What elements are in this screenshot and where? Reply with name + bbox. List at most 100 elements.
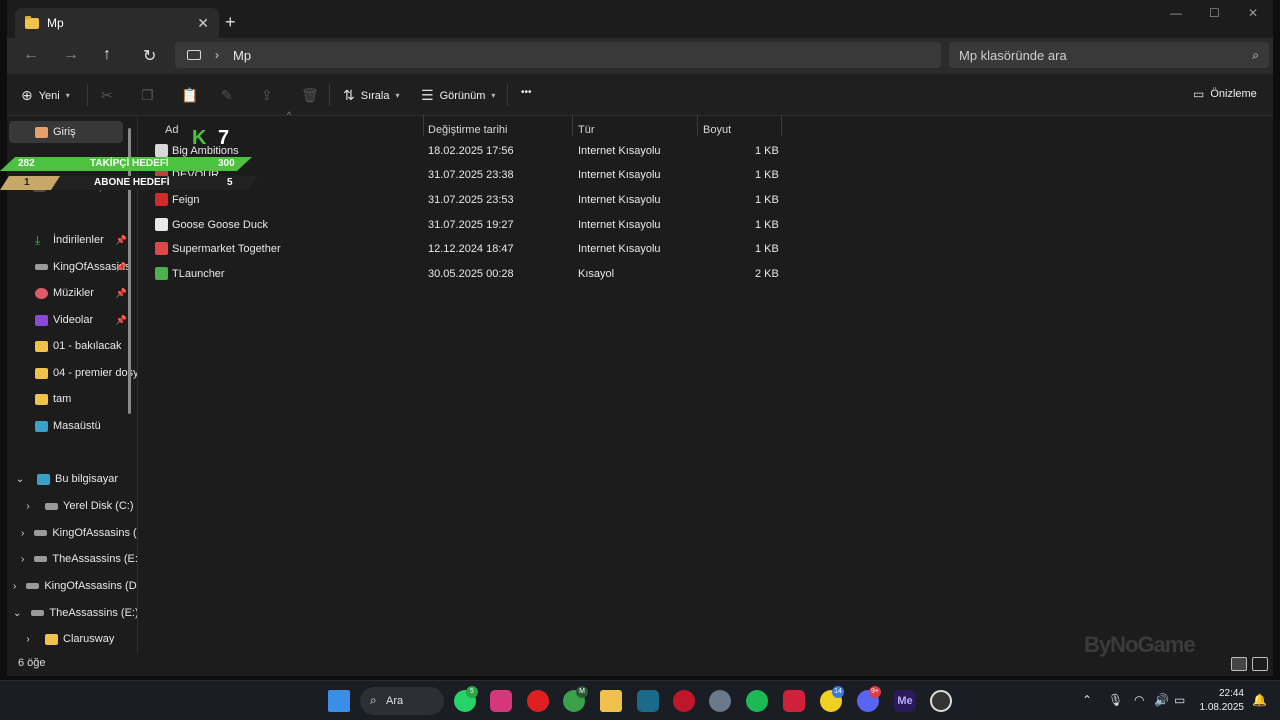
tray-chevron-up-icon[interactable]: ⌃ (1082, 693, 1092, 707)
chevron-right-icon[interactable]: › (21, 554, 24, 565)
close-window-button[interactable]: ✕ (1248, 6, 1258, 20)
up-arrow-icon[interactable]: ↑ (103, 46, 111, 64)
column-divider[interactable] (572, 114, 573, 136)
new-tab-button[interactable]: + (225, 12, 236, 33)
sidebar-item-desktop[interactable]: Masaüstü (7, 415, 137, 437)
volume-icon[interactable]: 🔊 (1154, 693, 1169, 707)
sidebar-item-drive-c[interactable]: › Yerel Disk (C:) (7, 495, 137, 517)
column-header-name[interactable]: Ad (165, 124, 178, 136)
preview-button[interactable]: ▭ Önizleme (1193, 87, 1257, 101)
sidebar-item-clarusway[interactable]: › Clarusway (7, 628, 137, 650)
notification-bell-icon[interactable]: 🔔 (1252, 693, 1267, 707)
subscriber-goal-value: 5 (227, 177, 233, 188)
delete-icon[interactable]: 🗑 (301, 87, 319, 104)
command-bar: ⊕ Yeni ▾ ✂ ❐ 📋 ✎ ⇪ 🗑 ⇅ Sırala ▾ ☰ Görünü… (7, 74, 1273, 116)
discord-badge: 9+ (869, 686, 881, 698)
pin-icon[interactable]: 📌 (116, 315, 127, 326)
file-row[interactable]: Feign 31.07.2025 23:53 Internet Kısayolu… (155, 189, 785, 213)
sidebar-item-label: TheAssassins (E:) (49, 607, 137, 619)
sidebar-item-videos[interactable]: Videolar 📌 (7, 309, 137, 331)
file-row[interactable]: Supermarket Together 12.12.2024 18:47 In… (155, 238, 785, 262)
opera-icon[interactable] (673, 690, 695, 712)
sidebar-item-home[interactable]: Giriş (9, 121, 123, 143)
tab-mp[interactable]: Mp ✕ (15, 8, 219, 38)
sidebar-item-music[interactable]: Müzikler 📌 (7, 282, 137, 304)
media-encoder-icon[interactable]: Me (894, 690, 916, 712)
sidebar-item-drive-e[interactable]: › TheAssassins (E:) (7, 548, 137, 570)
system-clock[interactable]: 22:44 1.08.2025 (1200, 687, 1245, 715)
minimize-button[interactable]: — (1170, 6, 1182, 20)
maximize-button[interactable]: ☐ (1209, 6, 1220, 20)
more-options-button[interactable]: ••• (521, 87, 532, 98)
wifi-icon[interactable]: ◠ (1134, 693, 1144, 707)
sidebar-item-folder[interactable]: tam (7, 388, 137, 410)
search-icon: ⌕ (370, 693, 377, 707)
pin-icon[interactable]: 📌 (116, 262, 127, 273)
obs-icon[interactable] (930, 690, 952, 712)
file-explorer-icon[interactable] (600, 690, 622, 712)
refresh-icon[interactable]: ↻ (143, 46, 156, 66)
column-divider[interactable] (781, 114, 782, 136)
chevron-right-icon[interactable]: › (215, 48, 219, 62)
file-row[interactable]: TLauncher 30.05.2025 00:28 Kısayol 2 KB (155, 263, 785, 287)
chevron-down-icon[interactable]: ⌄ (13, 474, 27, 485)
view-button[interactable]: ☰ Görünüm ▾ (421, 87, 495, 104)
sort-button[interactable]: ⇅ Sırala ▾ (343, 87, 400, 104)
search-input[interactable]: Mp klasöründe ara ⌕ (949, 42, 1269, 68)
new-button[interactable]: ⊕ Yeni ▾ (21, 87, 70, 104)
forward-arrow-icon[interactable]: → (63, 46, 79, 64)
taskbar: ⌕ Ara 5 M 14 9+ Me ⌃ 🎙 ◠ 🔊 ▭ 22:44 1.08.… (0, 680, 1280, 720)
address-bar[interactable]: › Mp (175, 42, 941, 68)
copy-icon[interactable]: ❐ (141, 87, 154, 104)
column-header-type[interactable]: Tür (578, 124, 595, 136)
back-arrow-icon[interactable]: ← (23, 46, 39, 64)
column-header-size[interactable]: Boyut (703, 124, 731, 136)
paste-icon[interactable]: 📋 (181, 87, 198, 104)
settings-gear-icon[interactable] (709, 690, 731, 712)
file-name: Goose Goose Duck (172, 219, 268, 231)
chevron-right-icon[interactable]: › (21, 528, 24, 539)
file-size: 1 KB (755, 145, 779, 157)
sidebar-item-downloads[interactable]: ⤓ İndirilenler 📌 (7, 229, 137, 251)
sidebar-item-folder[interactable]: 04 - premier dosyalar (7, 362, 137, 384)
sidebar-item-drive-d[interactable]: › KingOfAssasins (D:) (7, 522, 137, 544)
column-divider[interactable] (423, 114, 424, 136)
chevron-right-icon[interactable]: › (21, 501, 35, 512)
sidebar-item-drive-e-root[interactable]: ⌄ TheAssassins (E:) (7, 602, 137, 624)
sort-chevron-up-icon: ^ (287, 110, 292, 120)
youtube-music-icon[interactable] (527, 690, 549, 712)
chevron-right-icon[interactable]: › (13, 581, 16, 592)
taskbar-search[interactable]: ⌕ Ara (360, 687, 444, 715)
battery-icon[interactable]: ▭ (1174, 693, 1185, 707)
file-row[interactable]: Goose Goose Duck 31.07.2025 19:27 Intern… (155, 214, 785, 238)
chevron-right-icon[interactable]: › (21, 634, 35, 645)
game-app-icon[interactable] (783, 690, 805, 712)
rename-icon[interactable]: ✎ (221, 87, 233, 104)
pin-icon[interactable]: 📌 (116, 235, 127, 246)
cut-icon[interactable]: ✂ (101, 87, 113, 104)
pin-icon[interactable]: 📌 (116, 288, 127, 299)
sidebar-item-drive-d-root[interactable]: › KingOfAssasins (D:) (7, 575, 137, 597)
file-modified: 30.05.2025 00:28 (428, 268, 514, 280)
whatsapp-badge: 5 (466, 686, 478, 698)
tiles-view-icon[interactable] (1252, 657, 1268, 671)
chevron-down-icon[interactable]: ⌄ (13, 608, 21, 619)
taskbar-search-label: Ara (386, 695, 404, 707)
sidebar-item-folder[interactable]: 01 - bakılacak (7, 335, 137, 357)
spotify-icon[interactable] (746, 690, 768, 712)
details-view-icon[interactable] (1231, 657, 1247, 671)
instagram-icon[interactable] (490, 690, 512, 712)
disney-plus-icon[interactable] (637, 690, 659, 712)
address-path[interactable]: Mp (233, 48, 251, 63)
pane-divider[interactable] (137, 116, 138, 654)
start-windows-icon[interactable] (328, 690, 350, 712)
sidebar-item-kingofassasins[interactable]: KingOfAssasins 📌 (7, 256, 137, 278)
column-divider[interactable] (697, 114, 698, 136)
share-icon[interactable]: ⇪ (261, 87, 273, 104)
microphone-icon[interactable]: 🎙 (1108, 693, 1123, 707)
drive-icon (34, 530, 48, 536)
sidebar-item-this-pc[interactable]: ⌄ Bu bilgisayar (7, 468, 137, 490)
tab-close-icon[interactable]: ✕ (197, 15, 209, 32)
file-row[interactable]: Big Ambitions 18.02.2025 17:56 Internet … (155, 140, 785, 164)
column-header-modified[interactable]: Değiştirme tarihi (428, 124, 507, 136)
